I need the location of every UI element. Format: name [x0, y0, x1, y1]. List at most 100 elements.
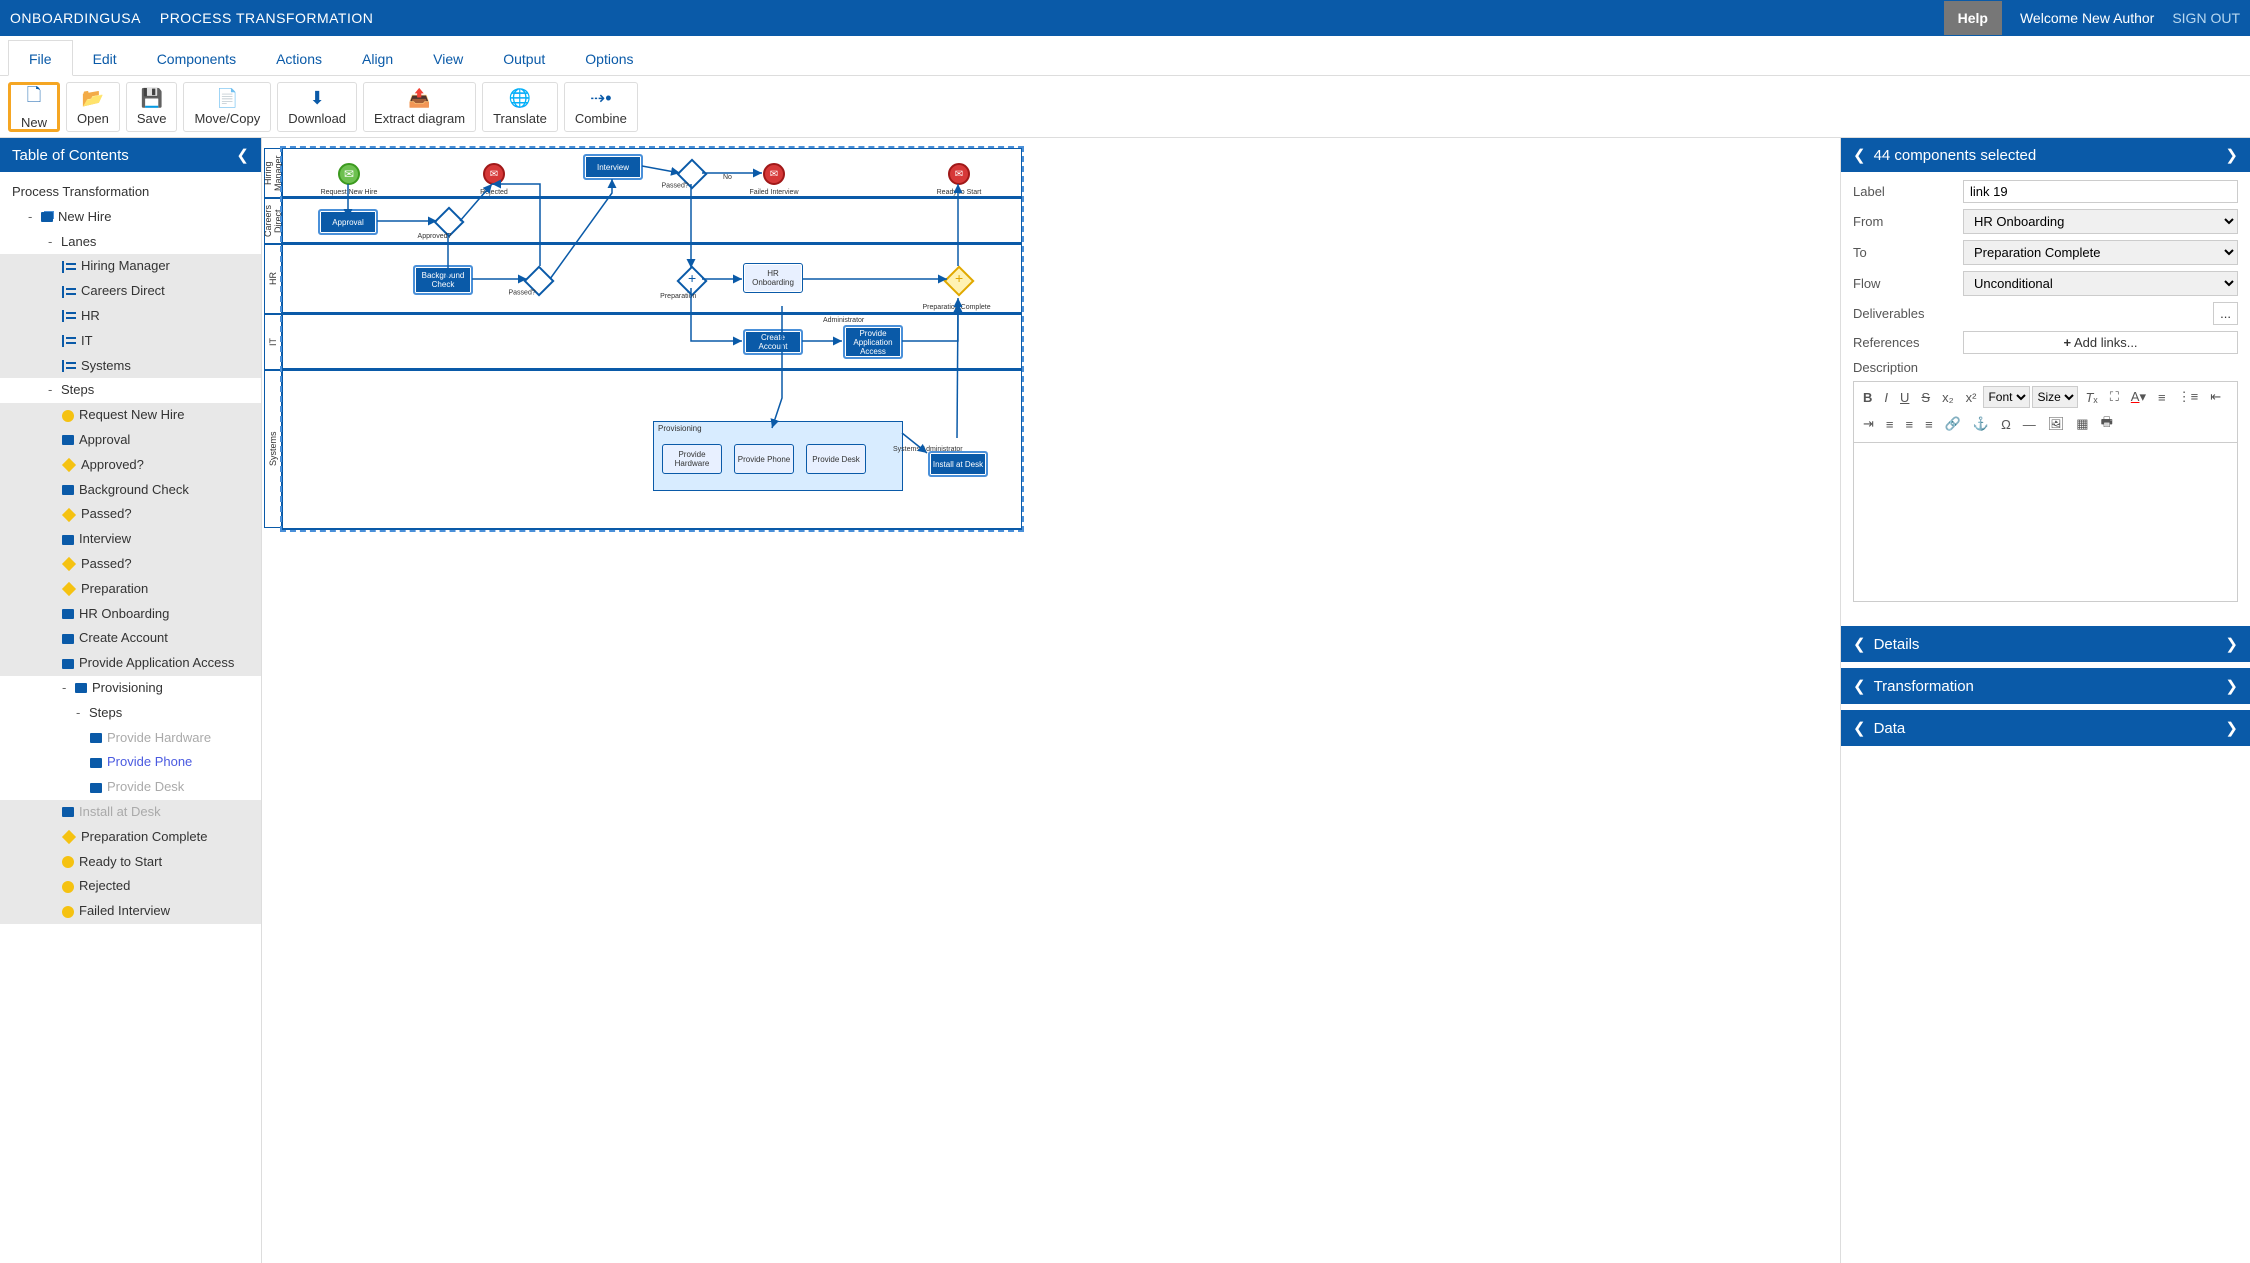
- end-event-ready-to-start[interactable]: ✉ Ready to Start: [948, 163, 970, 185]
- description-editor[interactable]: [1853, 442, 2238, 602]
- menu-options[interactable]: Options: [565, 41, 653, 75]
- gateway-approved[interactable]: Approved?: [433, 206, 464, 237]
- tree-item-interview[interactable]: Interview: [0, 527, 261, 552]
- tree-item-steps[interactable]: -Steps: [0, 701, 261, 726]
- breadcrumb-process-transformation[interactable]: PROCESS TRANSFORMATION: [160, 10, 374, 26]
- deliverables-more-button[interactable]: ...: [2213, 302, 2238, 325]
- indent-button[interactable]: ⇥: [1858, 410, 1879, 438]
- link-button[interactable]: 🔗: [1940, 410, 1966, 438]
- image-button[interactable]: 🖼: [2043, 410, 2070, 438]
- clear-format-button[interactable]: Tₓ: [2080, 386, 2102, 408]
- gateway-preparation[interactable]: + Preparation: [676, 265, 707, 296]
- tree-item-lanes[interactable]: -Lanes: [0, 230, 261, 255]
- label-input[interactable]: [1963, 180, 2238, 203]
- tree-item-passed-[interactable]: Passed?: [0, 552, 261, 577]
- outdent-button[interactable]: ⇤: [2205, 386, 2226, 408]
- tree-item-provisioning[interactable]: -Provisioning: [0, 676, 261, 701]
- gateway-passed-interview[interactable]: Passed?: [676, 158, 707, 189]
- menu-actions[interactable]: Actions: [256, 41, 342, 75]
- strike-button[interactable]: S: [1916, 386, 1935, 408]
- tree-item-hr-onboarding[interactable]: HR Onboarding: [0, 602, 261, 627]
- size-select[interactable]: Size: [2032, 386, 2078, 408]
- tool-open[interactable]: 📂Open: [66, 82, 120, 132]
- tree-item-systems[interactable]: Systems: [0, 354, 261, 379]
- help-button[interactable]: Help: [1944, 1, 2002, 35]
- tool-save[interactable]: 💾Save: [126, 82, 178, 132]
- start-event-request-new-hire[interactable]: ✉ Request New Hire: [338, 163, 360, 185]
- task-install-at-desk[interactable]: Install at Desk: [928, 451, 988, 477]
- tree-item-steps[interactable]: -Steps: [0, 378, 261, 403]
- tree-item-new-hire[interactable]: -New Hire: [0, 205, 261, 230]
- tree-item-provide-hardware[interactable]: Provide Hardware: [0, 726, 261, 751]
- properties-header[interactable]: ❮ 44 components selected ❯: [1841, 138, 2250, 172]
- tree-item-background-check[interactable]: Background Check: [0, 478, 261, 503]
- task-hr-onboarding[interactable]: HR Onboarding: [743, 263, 803, 293]
- tree-item-provide-phone[interactable]: Provide Phone: [0, 750, 261, 775]
- task-provide-hardware[interactable]: Provide Hardware: [662, 444, 722, 474]
- font-select[interactable]: Font: [1983, 386, 2030, 408]
- tree-item-hr[interactable]: HR: [0, 304, 261, 329]
- tree-item-create-account[interactable]: Create Account: [0, 626, 261, 651]
- subprocess-provisioning[interactable]: Provisioning Provide Hardware Provide Ph…: [653, 421, 903, 491]
- menu-edit[interactable]: Edit: [73, 41, 137, 75]
- tree-item-provide-application-access[interactable]: Provide Application Access: [0, 651, 261, 676]
- tree-item-approval[interactable]: Approval: [0, 428, 261, 453]
- add-links-button[interactable]: + Add links...: [1963, 331, 2238, 354]
- tool-translate[interactable]: 🌐Translate: [482, 82, 558, 132]
- tool-download[interactable]: ⬇Download: [277, 82, 357, 132]
- task-provide-desk[interactable]: Provide Desk: [806, 444, 866, 474]
- task-approval[interactable]: Approval: [318, 209, 378, 235]
- task-provide-phone[interactable]: Provide Phone: [734, 444, 794, 474]
- accordion-details[interactable]: ❮ Details ❯: [1841, 626, 2250, 662]
- flow-select[interactable]: Unconditional: [1963, 271, 2238, 296]
- tree-root[interactable]: Process Transformation: [0, 180, 261, 205]
- task-background-check[interactable]: Background Check: [413, 265, 473, 295]
- tool-move-copy[interactable]: 📄Move/Copy: [183, 82, 271, 132]
- tree-item-install-at-desk[interactable]: Install at Desk: [0, 800, 261, 825]
- align-right-button[interactable]: ≡: [1920, 410, 1938, 438]
- tree-item-approved-[interactable]: Approved?: [0, 453, 261, 478]
- subscript-button[interactable]: x₂: [1937, 386, 1959, 408]
- menu-file[interactable]: File: [8, 40, 73, 76]
- tree-item-rejected[interactable]: Rejected: [0, 874, 261, 899]
- menu-align[interactable]: Align: [342, 41, 413, 75]
- italic-button[interactable]: I: [1879, 386, 1893, 408]
- breadcrumb-onboardingusa[interactable]: ONBOARDINGUSA: [10, 10, 141, 26]
- task-interview[interactable]: Interview: [583, 154, 643, 180]
- unordered-list-button[interactable]: ⋮≡: [2173, 386, 2204, 408]
- hr-button[interactable]: —: [2018, 410, 2041, 438]
- align-left-button[interactable]: ≡: [1881, 410, 1899, 438]
- bold-button[interactable]: B: [1858, 386, 1877, 408]
- symbol-button[interactable]: Ω: [1996, 410, 2016, 438]
- superscript-button[interactable]: x²: [1961, 386, 1982, 408]
- print-button[interactable]: 🖶: [2096, 410, 2118, 438]
- text-color-button[interactable]: A▾: [2126, 386, 2151, 408]
- toc-header[interactable]: Table of Contents ❮: [0, 138, 261, 172]
- underline-button[interactable]: U: [1895, 386, 1914, 408]
- task-create-account[interactable]: Create Account: [743, 329, 803, 355]
- menu-components[interactable]: Components: [137, 41, 256, 75]
- to-select[interactable]: Preparation Complete: [1963, 240, 2238, 265]
- tree-item-passed-[interactable]: Passed?: [0, 502, 261, 527]
- tool-extract-diagram[interactable]: 📤Extract diagram: [363, 82, 476, 132]
- from-select[interactable]: HR Onboarding: [1963, 209, 2238, 234]
- fullscreen-button[interactable]: ⛶: [2105, 386, 2124, 408]
- tree-item-ready-to-start[interactable]: Ready to Start: [0, 850, 261, 875]
- table-button[interactable]: ▦: [2071, 410, 2093, 438]
- task-provide-application-access[interactable]: Provide Application Access: [843, 325, 903, 359]
- ordered-list-button[interactable]: ≡: [2153, 386, 2171, 408]
- accordion-transformation[interactable]: ❮ Transformation ❯: [1841, 668, 2250, 704]
- menu-view[interactable]: View: [413, 41, 483, 75]
- tool-combine[interactable]: ⇢•Combine: [564, 82, 638, 132]
- gateway-passed-background[interactable]: Passed?: [523, 265, 554, 296]
- gateway-preparation-complete[interactable]: + Preparation Complete: [943, 265, 974, 296]
- accordion-data[interactable]: ❮ Data ❯: [1841, 710, 2250, 746]
- tree-item-careers-direct[interactable]: Careers Direct: [0, 279, 261, 304]
- end-event-rejected[interactable]: ✉ Rejected: [483, 163, 505, 185]
- menu-output[interactable]: Output: [483, 41, 565, 75]
- align-center-button[interactable]: ≡: [1901, 410, 1919, 438]
- end-event-failed-interview[interactable]: ✉ Failed Interview: [763, 163, 785, 185]
- tree-item-preparation-complete[interactable]: Preparation Complete: [0, 825, 261, 850]
- diagram-canvas[interactable]: Hiring Manager Careers Direct HR IT Syst…: [262, 138, 1840, 1263]
- tree-item-hiring-manager[interactable]: Hiring Manager: [0, 254, 261, 279]
